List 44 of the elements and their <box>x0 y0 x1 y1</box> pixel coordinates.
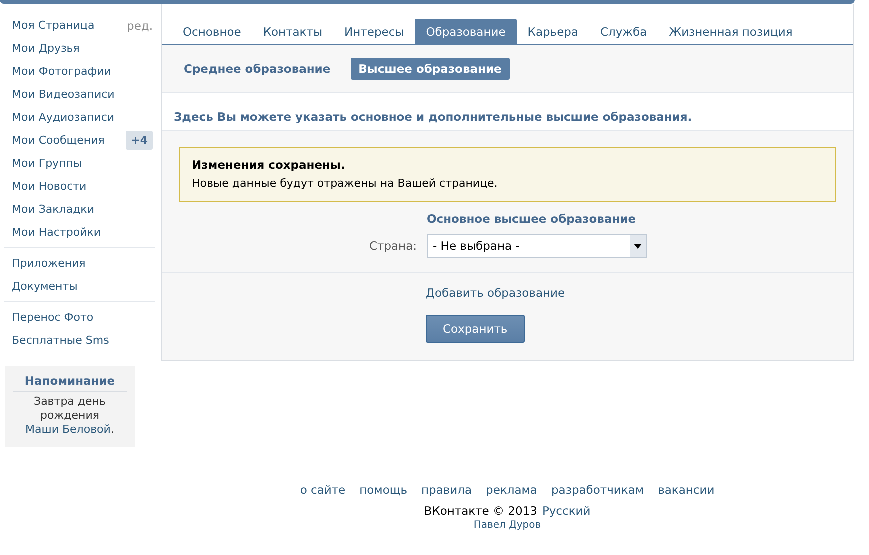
notice-text: Новые данные будут отражены на Вашей странице. <box>192 177 499 190</box>
tab[interactable]: Контакты <box>252 19 334 44</box>
sidebar-link[interactable]: Документы <box>4 275 155 298</box>
subtab[interactable]: Высшее образование <box>350 58 510 80</box>
footer-link[interactable]: реклама <box>486 483 538 497</box>
sidebar-link[interactable]: Бесплатные Sms <box>4 329 155 352</box>
notice-title: Изменения сохранены. <box>192 158 346 172</box>
reminder-text: Завтра день рождения Маши Беловой. <box>24 395 116 437</box>
sidebar-link[interactable]: Мои Друзья <box>4 37 155 60</box>
copyright-text: ВКонтакте © 2013 <box>424 504 538 518</box>
tab[interactable]: Карьера <box>516 19 590 44</box>
sidebar-link[interactable]: Моя Страница <box>12 19 95 32</box>
author-link[interactable]: Павел Дуров <box>474 520 542 531</box>
language-link[interactable]: Русский <box>542 504 591 518</box>
save-button[interactable]: Сохранить <box>426 315 525 343</box>
field-label: Страна: <box>368 239 417 253</box>
section-title: Основное высшее образование <box>427 212 636 226</box>
tab[interactable]: Образование <box>415 19 517 44</box>
sidebar-link[interactable]: Приложения <box>4 252 155 275</box>
sidebar-link[interactable]: Мои Видеозаписи <box>4 83 155 106</box>
sidebar-link[interactable]: Мои Новости <box>4 175 155 198</box>
footer-link[interactable]: разработчикам <box>551 483 644 497</box>
sidebar-link[interactable]: Мои Настройки <box>4 221 155 244</box>
friend-link[interactable]: Маши Беловой <box>26 423 111 436</box>
tab[interactable]: Жизненная позиция <box>658 19 804 44</box>
sidebar-link[interactable]: Мои Закладки <box>4 198 155 221</box>
sidebar-link[interactable]: Мои Группы <box>4 152 155 175</box>
subtab[interactable]: Среднее образование <box>176 58 339 80</box>
caret-icon <box>634 244 642 248</box>
footer-link[interactable]: помощь <box>360 483 408 497</box>
reminder-title: Напоминание <box>13 374 127 392</box>
footer-link[interactable]: о сайте <box>300 483 346 497</box>
footer-link[interactable]: вакансии <box>658 483 715 497</box>
tab[interactable]: Интересы <box>334 19 416 44</box>
count-badge: +4 <box>126 131 153 150</box>
sidebar-link[interactable]: Мои Фотографии <box>4 60 155 83</box>
tab[interactable]: Основное <box>172 19 252 44</box>
tab[interactable]: Служба <box>590 19 658 44</box>
footer-link[interactable]: правила <box>422 483 472 497</box>
sidebar-link[interactable]: Мои Аудиозаписи <box>4 106 155 129</box>
add-education-link[interactable]: Добавить образование <box>426 286 566 300</box>
sidebar-link[interactable]: Мои Сообщения <box>12 134 105 147</box>
sidebar-link[interactable]: Перенос Фото <box>4 306 155 329</box>
country-select[interactable]: - Не выбрана - <box>427 234 647 258</box>
